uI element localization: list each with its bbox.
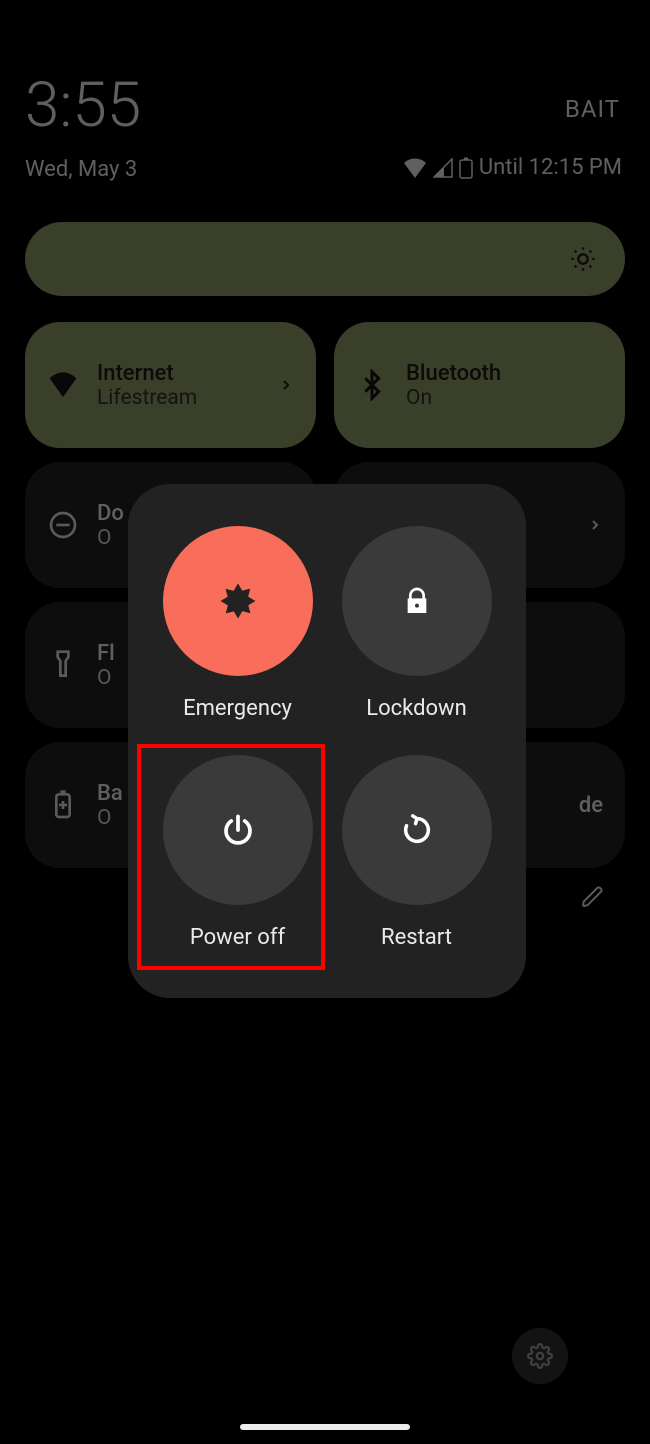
bluetooth-icon [356,369,388,401]
tile-subtitle: Lifestream [97,386,197,410]
emergency-button[interactable]: Emergency [148,510,327,739]
tile-subtitle: O [97,666,115,690]
restart-circle [342,755,492,905]
emergency-circle [163,526,313,676]
tile-title: Do [97,501,124,526]
restart-icon [400,813,434,847]
lock-icon [401,585,433,617]
power-off-button[interactable]: Power off [148,739,327,968]
nav-handle[interactable] [240,1424,410,1430]
dnd-icon [47,509,79,541]
wifi-icon [403,158,427,178]
tile-title: Ba [97,781,123,806]
emergency-label: Emergency [183,696,292,721]
emergency-icon [217,580,259,622]
pencil-icon [581,885,605,909]
tile-title: Internet [97,361,197,386]
lockdown-button[interactable]: Lockdown [327,510,506,739]
status-icons: Until 12:15 PM [403,155,622,180]
restart-button[interactable]: Restart [327,739,506,968]
tile-subtitle: O [97,526,124,550]
power-menu: Emergency Lockdown Power off Restart [128,484,526,998]
battery-until-label: Until 12:15 PM [479,155,622,180]
settings-button[interactable] [512,1328,568,1384]
tile-subtitle: O [97,806,123,830]
clock: 3:55 [25,75,625,137]
chevron-right-icon [587,517,603,533]
lockdown-circle [342,526,492,676]
tile-bluetooth[interactable]: Bluetooth On [334,322,625,448]
brightness-icon [569,245,597,273]
battery-icon [459,157,473,179]
chevron-right-icon [278,377,294,393]
tile-title: Fl [97,641,115,666]
edit-tiles-button[interactable] [581,885,605,913]
brightness-slider[interactable] [25,222,625,296]
lockdown-label: Lockdown [366,696,466,721]
tile-subtitle: On [406,386,501,410]
carrier-label: BAIT [565,95,620,123]
signal-icon [433,158,453,178]
restart-label: Restart [381,925,452,950]
power-icon [220,812,256,848]
power-off-circle [163,755,313,905]
tile-title: de [579,793,603,818]
wifi-icon [47,369,79,401]
flashlight-icon [47,649,79,681]
power-off-label: Power off [190,925,285,950]
gear-icon [527,1343,553,1369]
tile-title: Bluetooth [406,361,501,386]
battery-saver-icon [47,789,79,821]
tile-internet[interactable]: Internet Lifestream [25,322,316,448]
